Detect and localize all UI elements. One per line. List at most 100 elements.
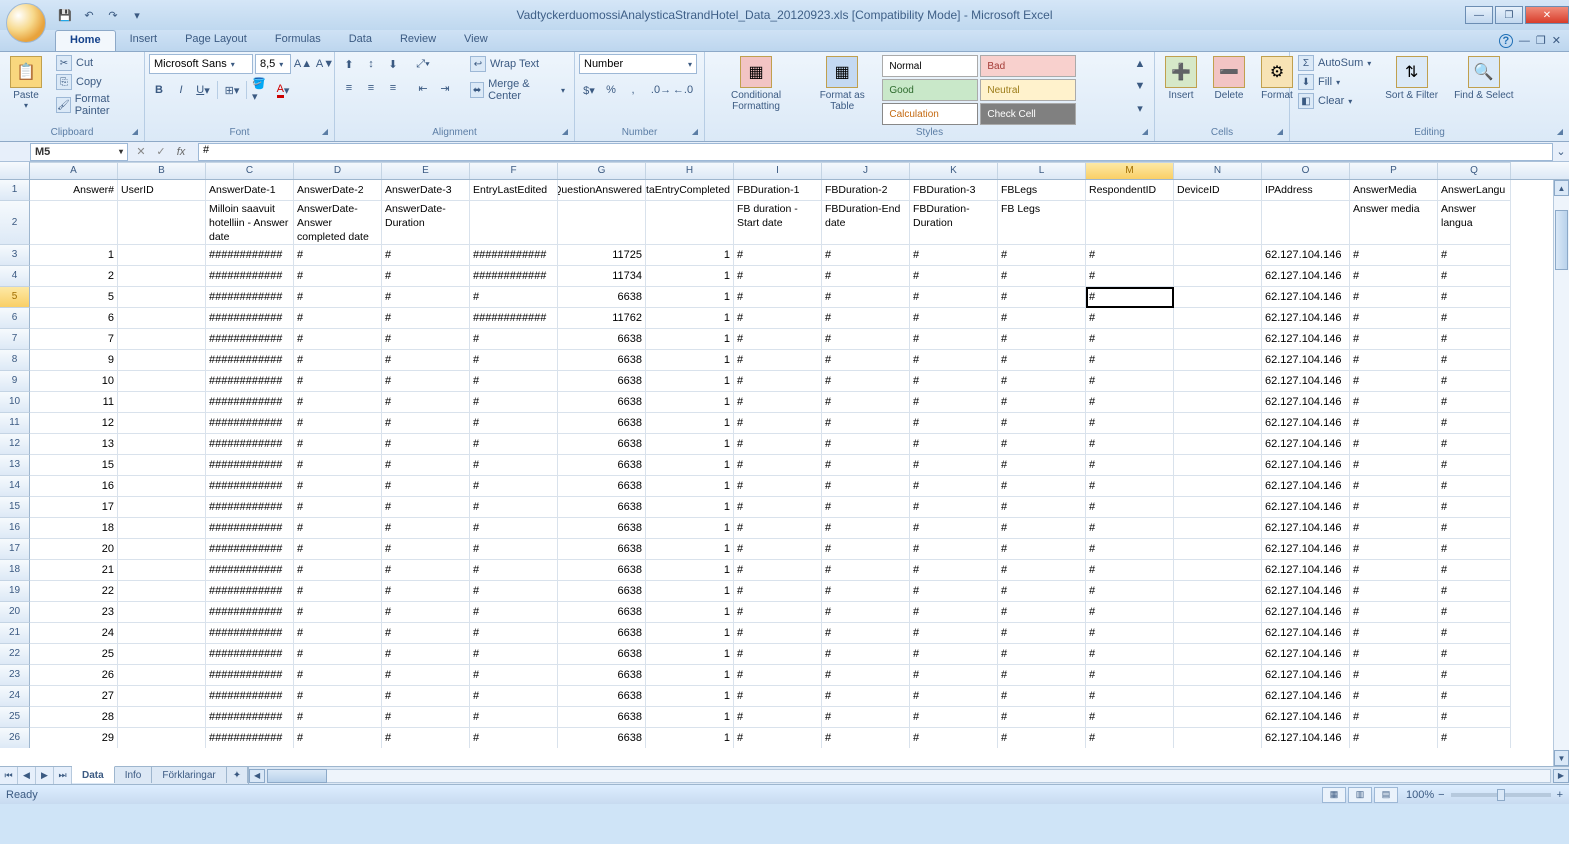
cell[interactable]: # [470,707,558,728]
cell[interactable]: 11734 [558,266,646,287]
column-header-E[interactable]: E [382,162,470,179]
cell[interactable]: # [1086,350,1174,371]
cell[interactable]: 62.127.104.146 [1262,539,1350,560]
cell[interactable]: # [294,707,382,728]
sheet-tab-info[interactable]: Info [115,766,153,783]
merge-center-button[interactable]: ⬌Merge & Center▾ [465,76,570,104]
vscroll-thumb[interactable] [1555,210,1568,270]
cell[interactable]: # [294,434,382,455]
align-bottom-icon[interactable]: ⬇ [383,54,403,74]
cell[interactable]: 11762 [558,308,646,329]
cell[interactable]: # [1086,413,1174,434]
row-header[interactable]: 12 [0,434,30,455]
cell[interactable] [470,201,558,245]
row-header[interactable]: 21 [0,623,30,644]
cell[interactable]: # [734,371,822,392]
cell[interactable]: ############ [206,686,294,707]
cell[interactable]: # [294,455,382,476]
cell[interactable]: # [1350,371,1438,392]
cell[interactable]: # [734,329,822,350]
border-button[interactable]: ⊞▾ [222,80,242,100]
cell[interactable]: # [910,266,998,287]
cell[interactable]: # [294,350,382,371]
cell[interactable] [1174,476,1262,497]
scroll-right-icon[interactable]: ▶ [1553,769,1569,783]
cell[interactable]: ############ [206,287,294,308]
cell[interactable] [118,476,206,497]
cell[interactable]: 27 [30,686,118,707]
cell[interactable]: 62.127.104.146 [1262,497,1350,518]
cell[interactable]: 1 [646,560,734,581]
restore-window-icon[interactable]: ❐ [1536,34,1546,47]
save-icon[interactable]: 💾 [55,5,75,25]
cell[interactable]: # [910,287,998,308]
row-header[interactable]: 25 [0,707,30,728]
cell[interactable]: # [1438,518,1511,539]
cell[interactable]: # [998,392,1086,413]
cell[interactable]: # [998,602,1086,623]
cell[interactable]: # [998,560,1086,581]
cell[interactable]: # [910,602,998,623]
font-color-button[interactable]: A▾ [273,80,293,100]
minimize-button[interactable]: — [1465,6,1493,24]
cell[interactable]: # [294,392,382,413]
cell[interactable]: # [1438,602,1511,623]
cell[interactable]: # [382,308,470,329]
cell[interactable]: ############ [206,602,294,623]
autosum-button[interactable]: ΣAutoSum▾ [1294,54,1375,72]
styles-more-icon[interactable]: ▾ [1130,98,1150,118]
normal-view-icon[interactable]: ▦ [1322,787,1346,803]
cell[interactable] [1174,371,1262,392]
cell[interactable]: 6638 [558,644,646,665]
copy-button[interactable]: ⎘Copy [52,73,140,91]
row-header[interactable]: 20 [0,602,30,623]
cell[interactable]: 2 [30,266,118,287]
cell[interactable]: # [998,518,1086,539]
row-header[interactable]: 19 [0,581,30,602]
cell[interactable]: 1 [646,371,734,392]
cell[interactable] [1174,329,1262,350]
cell[interactable]: # [382,392,470,413]
first-sheet-icon[interactable]: ⏮ [0,767,18,784]
cell[interactable]: Milloin saavuit hotelliin - Answer date [206,201,294,245]
cell[interactable]: # [1438,266,1511,287]
cell[interactable]: # [1438,476,1511,497]
cell[interactable]: # [1086,287,1174,308]
cell[interactable]: 1 [646,686,734,707]
cell[interactable]: # [910,623,998,644]
cell[interactable]: # [1438,497,1511,518]
cell[interactable]: # [998,350,1086,371]
cell[interactable]: 26 [30,665,118,686]
row-header[interactable]: 6 [0,308,30,329]
cell[interactable]: # [294,308,382,329]
tab-review[interactable]: Review [386,30,450,51]
increase-font-icon[interactable]: A▲ [293,54,313,74]
cell[interactable]: # [734,266,822,287]
cell[interactable]: # [998,665,1086,686]
cell[interactable]: # [734,455,822,476]
cell[interactable]: 62.127.104.146 [1262,518,1350,539]
cell[interactable] [1174,434,1262,455]
cell[interactable]: # [1086,560,1174,581]
cell[interactable]: # [734,686,822,707]
cell[interactable]: Answer media [1350,201,1438,245]
scroll-left-icon[interactable]: ◀ [249,769,265,783]
cell[interactable]: 1 [646,266,734,287]
cell[interactable] [1174,245,1262,266]
cell[interactable]: # [822,728,910,748]
column-header-P[interactable]: P [1350,162,1438,179]
cell[interactable]: # [910,434,998,455]
cell[interactable]: # [1350,665,1438,686]
cell[interactable]: # [470,518,558,539]
cell[interactable]: 1 [646,707,734,728]
cell[interactable]: # [1350,644,1438,665]
cell[interactable]: 62.127.104.146 [1262,476,1350,497]
cell[interactable] [118,413,206,434]
cell[interactable]: UserID [118,180,206,201]
cell[interactable] [1174,644,1262,665]
cell[interactable]: # [910,245,998,266]
cell[interactable]: # [294,413,382,434]
cell[interactable]: # [470,371,558,392]
cell[interactable]: Answer langua [1438,201,1511,245]
cell[interactable]: # [822,476,910,497]
